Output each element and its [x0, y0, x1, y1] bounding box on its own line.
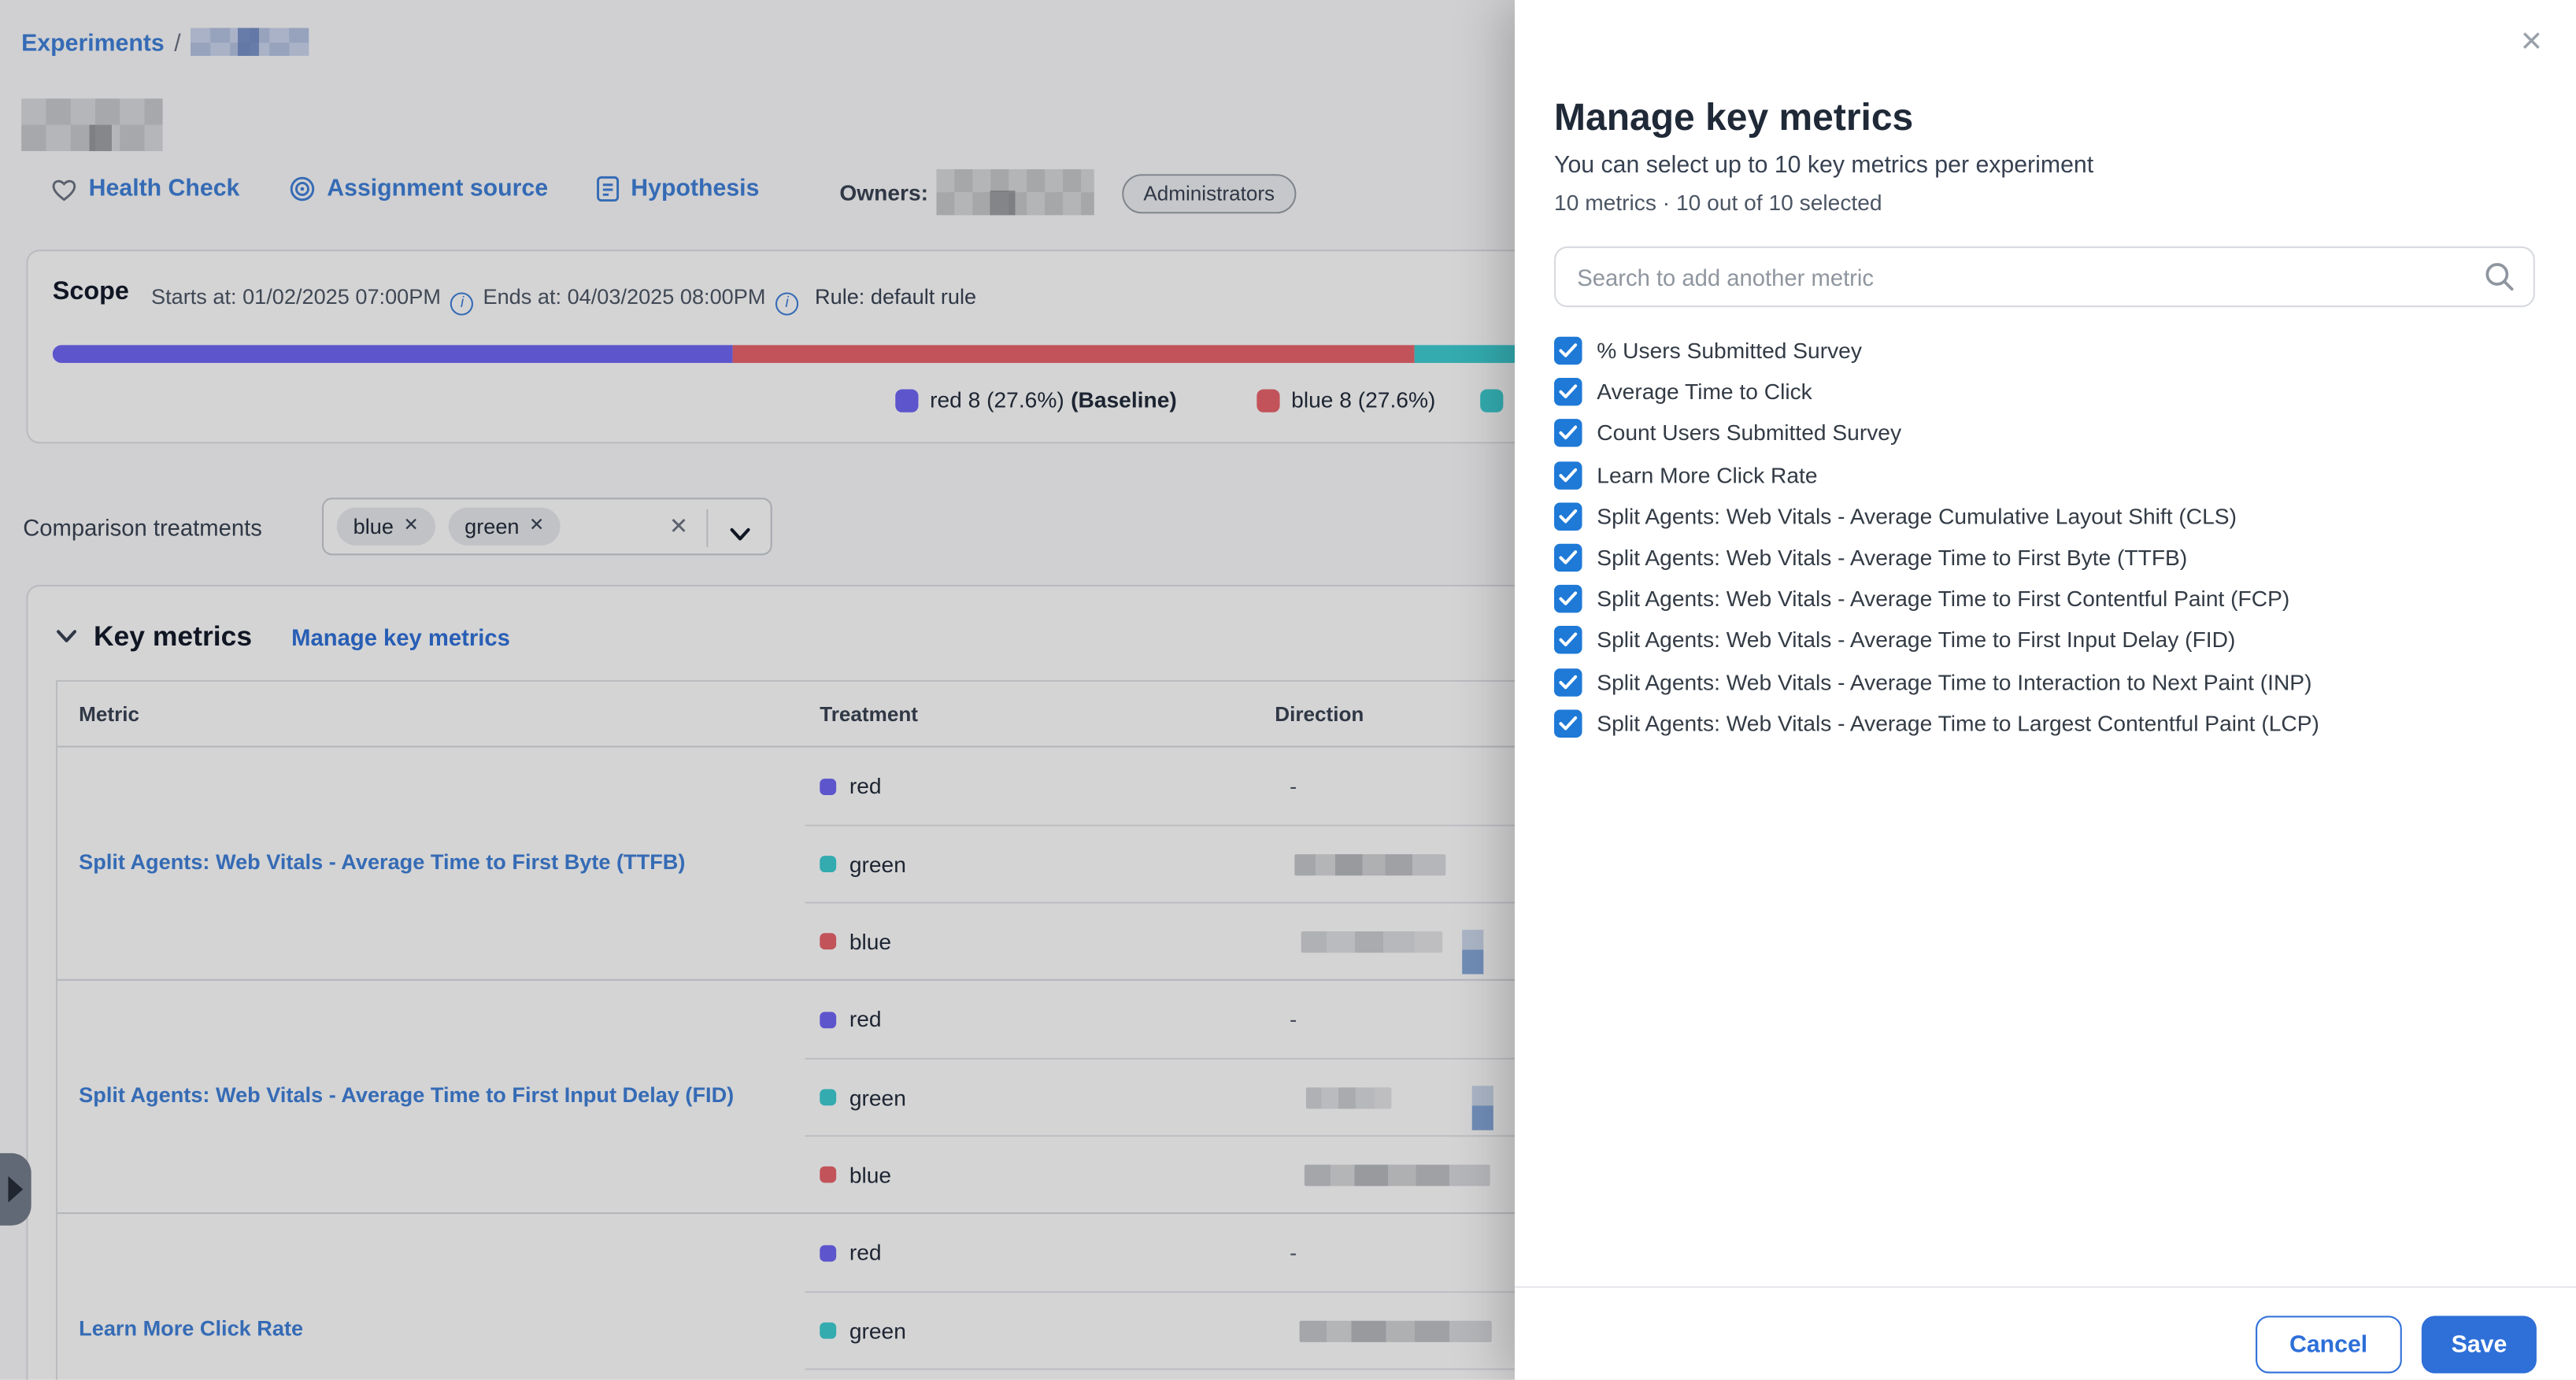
metric-option[interactable]: Split Agents: Web Vitals - Average Time … [1554, 579, 2550, 620]
metric-option[interactable]: Split Agents: Web Vitals - Average Time … [1554, 702, 2550, 744]
metric-option[interactable]: Split Agents: Web Vitals - Average Time … [1554, 620, 2550, 661]
metric-search [1554, 246, 2535, 307]
metric-option[interactable]: Split Agents: Web Vitals - Average Time … [1554, 537, 2550, 579]
panel-title: Manage key metrics [1554, 95, 1913, 139]
close-icon[interactable]: ✕ [2520, 26, 2544, 59]
metrics-count-text: 10 metrics · 10 out of 10 selected [1554, 191, 1882, 215]
metric-option[interactable]: Average Time to Click [1554, 372, 2550, 413]
metric-option[interactable]: Split Agents: Web Vitals - Average Cumul… [1554, 496, 2550, 538]
checkbox-checked-icon[interactable] [1554, 379, 1582, 406]
manage-key-metrics-panel: ✕ Manage key metrics You can select up t… [1515, 0, 2576, 1380]
metric-checkbox-list: % Users Submitted Survey Average Time to… [1554, 330, 2550, 744]
search-icon [2484, 261, 2515, 301]
checkbox-checked-icon[interactable] [1554, 461, 1582, 489]
panel-subtitle: You can select up to 10 key metrics per … [1554, 153, 2093, 179]
search-input[interactable] [1554, 246, 2535, 307]
checkbox-checked-icon[interactable] [1554, 544, 1582, 572]
metric-option[interactable]: Count Users Submitted Survey [1554, 413, 2550, 455]
checkbox-checked-icon[interactable] [1554, 585, 1582, 612]
screen: Experiments/ Health Check Assignment sou… [0, 0, 2576, 1380]
checkbox-checked-icon[interactable] [1554, 502, 1582, 530]
checkbox-checked-icon[interactable] [1554, 337, 1582, 364]
checkbox-checked-icon[interactable] [1554, 627, 1582, 654]
checkbox-checked-icon[interactable] [1554, 709, 1582, 737]
panel-footer: Cancel Save [1515, 1286, 2576, 1380]
metric-option[interactable]: Split Agents: Web Vitals - Average Time … [1554, 661, 2550, 703]
checkbox-checked-icon[interactable] [1554, 668, 1582, 695]
metric-option[interactable]: % Users Submitted Survey [1554, 330, 2550, 372]
metric-option[interactable]: Learn More Click Rate [1554, 454, 2550, 496]
cancel-button[interactable]: Cancel [2255, 1315, 2402, 1373]
save-button[interactable]: Save [2422, 1315, 2537, 1373]
checkbox-checked-icon[interactable] [1554, 420, 1582, 447]
